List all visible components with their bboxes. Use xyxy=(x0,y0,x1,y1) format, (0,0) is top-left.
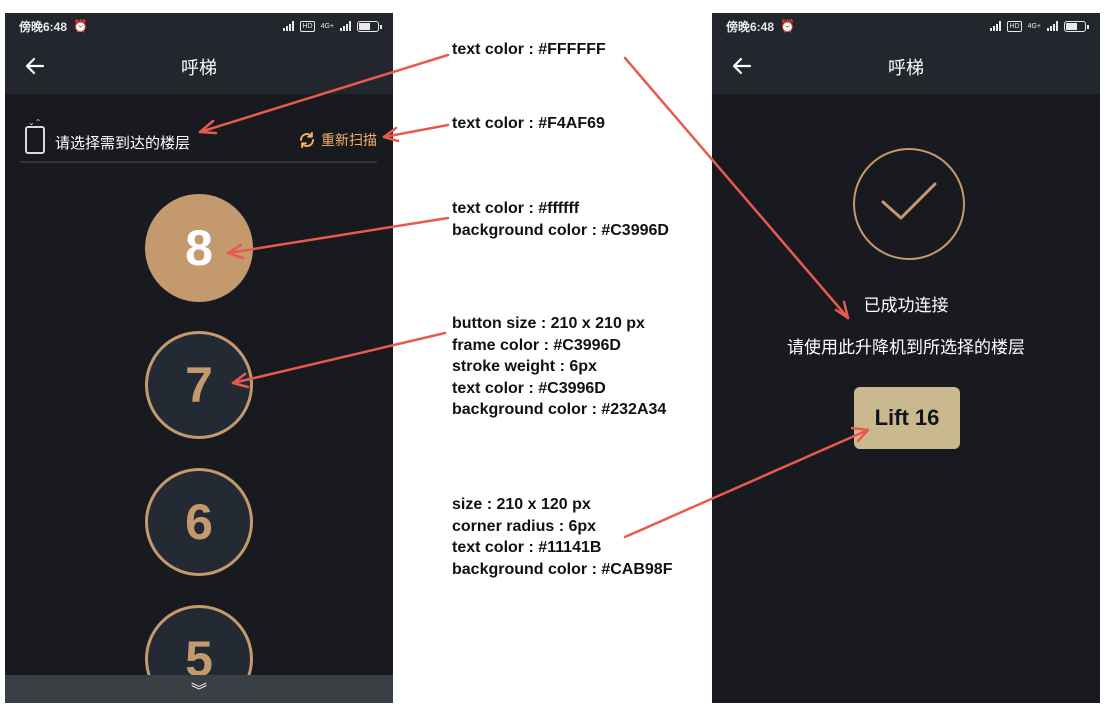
left-phone-screen: 傍晚6:48 ⏰ HD 4G+ 呼梯 ⌄⌃ 请选择需到达的楼层 重新扫描 8 7… xyxy=(5,13,393,703)
annotation-line: stroke weight : 6px xyxy=(452,358,597,375)
lift-button[interactable]: Lift 16 xyxy=(854,387,960,449)
rescan-button[interactable]: 重新扫描 xyxy=(298,130,377,150)
connected-status-text: 已成功连接 xyxy=(863,296,949,315)
signal-icon xyxy=(283,21,295,31)
hd-icon: HD xyxy=(1007,20,1022,32)
annotation-line: button size : 210 x 210 px xyxy=(452,315,645,332)
floor-button-8[interactable]: 8 xyxy=(145,194,253,302)
signal-icon xyxy=(990,21,1002,31)
select-floor-prompt: 请选择需到达的楼层 xyxy=(55,135,191,152)
right-phone-screen: 傍晚6:48 ⏰ HD 4G+ 呼梯 已成功连接 请使用此升降机到所选择的楼层 … xyxy=(712,13,1100,703)
annotation-selected-button: text color : #ffffff background color : … xyxy=(452,198,669,241)
annotation-line: text color : #F4AF69 xyxy=(452,115,605,132)
lift-label: Lift 16 xyxy=(874,405,940,430)
annotation-line: text color : #11141B xyxy=(452,539,602,556)
refresh-icon xyxy=(300,131,314,149)
status-bar: 傍晚6:48 ⏰ HD 4G+ xyxy=(712,13,1100,39)
signal-icon-2 xyxy=(340,21,351,31)
network-type-label: 4G+ xyxy=(1027,22,1041,30)
floor-label: 6 xyxy=(185,494,213,550)
annotation-line: size : 210 x 120 px xyxy=(452,496,591,513)
annotation-line: text color : #FFFFFF xyxy=(452,41,606,58)
annotation-line: text color : #C3996D xyxy=(452,379,606,397)
hd-icon: HD xyxy=(300,20,315,32)
floor-button-7[interactable]: 7 xyxy=(145,331,253,439)
page-title: 呼梯 xyxy=(888,57,924,78)
alarm-clock-icon: ⏰ xyxy=(73,19,88,33)
phone-icon xyxy=(25,126,45,154)
annotation-lift-button: size : 210 x 120 px corner radius : 6px … xyxy=(452,494,672,580)
page-title: 呼梯 xyxy=(181,57,217,78)
annotation-normal-button: button size : 210 x 210 px frame color :… xyxy=(452,313,666,421)
instruction-text: 请使用此升降机到所选择的楼层 xyxy=(787,338,1025,357)
annotation-line: background color : #C3996D xyxy=(452,221,669,239)
rescan-label: 重新扫描 xyxy=(321,132,377,148)
status-time: 傍晚6:48 xyxy=(19,19,68,34)
floor-button-6[interactable]: 6 xyxy=(145,468,253,576)
floor-label: 7 xyxy=(185,357,213,413)
signal-icon-2 xyxy=(1047,21,1058,31)
alarm-clock-icon: ⏰ xyxy=(780,19,795,33)
status-bar: 傍晚6:48 ⏰ HD 4G+ xyxy=(5,13,393,39)
annotation-line: corner radius : 6px xyxy=(452,517,597,535)
double-chevron-down-icon: ︾ xyxy=(190,683,207,700)
annotation-line: background color : #232A34 xyxy=(452,401,667,418)
app-bar: 呼梯 xyxy=(712,39,1100,94)
annotation-rescan-text: text color : #F4AF69 xyxy=(452,113,605,135)
annotation-line: text color : #ffffff xyxy=(452,200,580,217)
status-icons: HD 4G+ xyxy=(283,20,382,32)
back-arrow-icon[interactable] xyxy=(23,54,47,78)
status-time: 傍晚6:48 xyxy=(726,19,775,34)
battery-icon xyxy=(357,20,382,32)
back-arrow-icon[interactable] xyxy=(730,54,754,78)
success-check-icon xyxy=(853,148,965,260)
checkmark-icon xyxy=(881,182,937,220)
arrow-to-rescan xyxy=(382,123,450,139)
annotation-line: frame color : #C3996D xyxy=(452,336,621,354)
scroll-more-bar[interactable]: ︾ xyxy=(5,675,393,703)
status-icons: HD 4G+ xyxy=(990,20,1089,32)
annotation-line: background color : #CAB98F xyxy=(452,560,673,578)
app-bar: 呼梯 xyxy=(5,39,393,94)
battery-icon xyxy=(1064,20,1089,32)
floor-label: 8 xyxy=(185,220,213,276)
floor-select-row: ⌄⌃ 请选择需到达的楼层 重新扫描 xyxy=(20,118,377,163)
annotation-title-text: text color : #FFFFFF xyxy=(452,39,606,61)
phone-signal-mark-icon: ⌄⌃ xyxy=(28,118,42,127)
network-type-label: 4G+ xyxy=(320,22,334,30)
